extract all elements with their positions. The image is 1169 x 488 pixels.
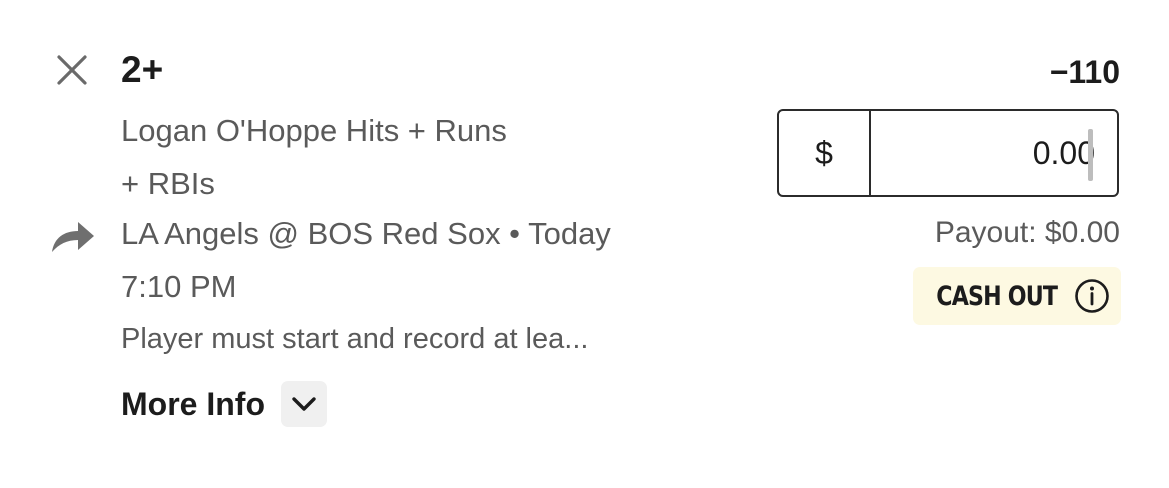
payout-text: Payout: $0.00 <box>934 216 1120 249</box>
share-arrow-icon <box>52 222 94 252</box>
event-matchup: LA Angels @ BOS Red Sox • Today <box>121 216 611 251</box>
info-icon[interactable] <box>1073 277 1111 315</box>
odds: −110 <box>1049 54 1120 90</box>
text-caret <box>1088 129 1093 181</box>
close-icon[interactable] <box>52 50 92 90</box>
selection-title: 2+ <box>121 49 164 90</box>
bet-rules-text: Player must start and record at lea... <box>121 323 589 355</box>
more-info-label: More Info <box>121 386 265 422</box>
event-info: LA Angels @ BOS Red Sox • Today 7:10 PM <box>121 207 741 313</box>
market-line-1: Logan O'Hoppe Hits + Runs <box>121 113 507 148</box>
market-line-2: + RBIs <box>121 166 215 201</box>
chevron-button[interactable] <box>280 381 327 427</box>
more-info-toggle[interactable]: More Info <box>121 380 327 428</box>
cash-out-label: CASH OUT <box>936 280 1059 312</box>
chevron-down-icon <box>292 397 316 411</box>
event-time: 7:10 PM <box>121 269 237 304</box>
market-description: Logan O'Hoppe Hits + Runs + RBIs <box>121 104 641 210</box>
stake-input[interactable] <box>871 111 1117 195</box>
cash-out-badge[interactable]: CASH OUT <box>913 267 1121 325</box>
currency-symbol: $ <box>779 111 871 195</box>
stake-input-box[interactable]: $ <box>777 109 1119 197</box>
